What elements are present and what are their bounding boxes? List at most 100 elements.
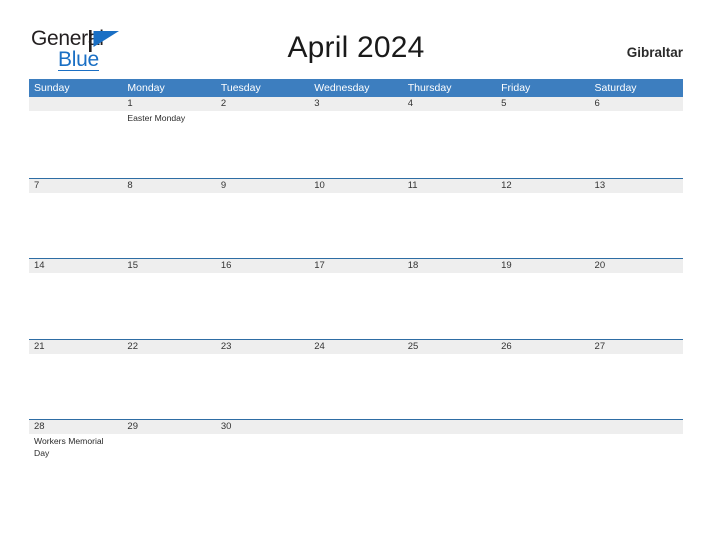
- day-cell-17[interactable]: [309, 273, 402, 337]
- day-number-18[interactable]: 18: [403, 259, 496, 273]
- day-cell-23[interactable]: [216, 354, 309, 418]
- day-number-14[interactable]: 14: [29, 259, 122, 273]
- day-cell-25[interactable]: [403, 354, 496, 418]
- day-number-21[interactable]: 21: [29, 340, 122, 354]
- calendar-week-row: 7 8 9 10 11 12 13: [29, 177, 683, 259]
- calendar-weeks: 1 2 3 4 5 6 Easter Monday 7 8 9 10 11 12 13 14 15 16 17 18…: [29, 97, 683, 500]
- day-number-26[interactable]: 26: [496, 340, 589, 354]
- day-number-12[interactable]: 12: [496, 179, 589, 193]
- day-event: Easter Monday: [127, 113, 186, 123]
- day-number-9[interactable]: 9: [216, 179, 309, 193]
- day-cell-26[interactable]: [496, 354, 589, 418]
- week-date-band: 123456: [29, 97, 683, 111]
- day-cell-6[interactable]: [590, 111, 683, 175]
- day-number-25[interactable]: 25: [403, 340, 496, 354]
- day-number-10[interactable]: 10: [309, 179, 402, 193]
- week-event-band: Workers Memorial Day: [29, 434, 683, 498]
- calendar-page: General Blue April 2024 Gibraltar Sunday…: [0, 0, 712, 550]
- weekday-header-sunday: Sunday: [34, 82, 70, 94]
- day-cell-15[interactable]: [122, 273, 215, 337]
- day-cell-19[interactable]: [496, 273, 589, 337]
- day-cell-24[interactable]: [309, 354, 402, 418]
- day-number-20[interactable]: 20: [590, 259, 683, 273]
- day-number-27[interactable]: 27: [590, 340, 683, 354]
- day-cell-18[interactable]: [403, 273, 496, 337]
- weekday-header-thursday: Thursday: [407, 82, 452, 94]
- day-cell-empty: [29, 111, 122, 175]
- day-cell-empty: [496, 434, 589, 498]
- day-cell-20[interactable]: [590, 273, 683, 337]
- day-number-29[interactable]: 29: [122, 420, 215, 434]
- day-cell-3[interactable]: [309, 111, 402, 175]
- day-cell-12[interactable]: [496, 193, 589, 257]
- weekday-header-row: Sunday Monday Tuesday Wednesday Thursday Frid…: [29, 79, 683, 97]
- day-number-6[interactable]: 6: [590, 97, 683, 111]
- day-cell-22[interactable]: [122, 354, 215, 418]
- day-number-5[interactable]: 5: [496, 97, 589, 111]
- day-number-15[interactable]: 15: [122, 259, 215, 273]
- day-cell-7[interactable]: [29, 193, 122, 257]
- calendar-week-row: 14 15 16 17 18 19 20: [29, 258, 683, 339]
- day-cell-empty: [309, 434, 402, 498]
- day-cell-empty: [590, 434, 683, 498]
- week-event-band: [29, 273, 683, 337]
- day-number-30[interactable]: 30: [216, 420, 309, 434]
- day-number-empty: [403, 420, 496, 434]
- day-cell-4[interactable]: [403, 111, 496, 175]
- calendar-week-row: 28 29 30 Workers Memorial Day: [29, 419, 683, 500]
- day-number-19[interactable]: 19: [496, 259, 589, 273]
- day-number-empty: [496, 420, 589, 434]
- day-cell-11[interactable]: [403, 193, 496, 257]
- page-title: April 2024: [287, 31, 425, 64]
- week-event-band: [29, 353, 683, 418]
- week-event-band: [29, 192, 683, 257]
- day-number-23[interactable]: 23: [216, 340, 309, 354]
- day-cell-10[interactable]: [309, 193, 402, 257]
- day-number-1[interactable]: 1: [122, 97, 215, 111]
- day-number-17[interactable]: 17: [309, 259, 402, 273]
- day-cell-1[interactable]: Easter Monday: [122, 111, 215, 175]
- day-cell-2[interactable]: [216, 111, 309, 175]
- week-date-band: 21 22 23 24 25 26 27: [29, 339, 683, 354]
- day-number-empty: [309, 420, 402, 434]
- page-header: General Blue April 2024 Gibraltar: [0, 0, 712, 78]
- day-number-24[interactable]: 24: [309, 340, 402, 354]
- day-cell-30[interactable]: [216, 434, 309, 498]
- day-number-28[interactable]: 28: [29, 420, 122, 434]
- day-number-22[interactable]: 22: [122, 340, 215, 354]
- day-number-8[interactable]: 8: [122, 179, 215, 193]
- weekday-header-monday: Monday: [127, 82, 165, 94]
- day-cell-16[interactable]: [216, 273, 309, 337]
- region-label: Gibraltar: [626, 45, 683, 60]
- day-number-13[interactable]: 13: [590, 179, 683, 193]
- day-number-11[interactable]: 11: [403, 179, 496, 193]
- day-cell-empty: [403, 434, 496, 498]
- calendar-week-row: 21 22 23 24 25 26 27: [29, 338, 683, 420]
- day-number-16[interactable]: 16: [216, 259, 309, 273]
- day-cell-13[interactable]: [590, 193, 683, 257]
- day-event: Workers Memorial Day: [34, 436, 104, 458]
- week-date-band: 28 29 30: [29, 420, 683, 434]
- day-cell-14[interactable]: [29, 273, 122, 337]
- weekday-header-friday: Friday: [501, 82, 531, 94]
- day-cell-27[interactable]: [590, 354, 683, 418]
- weekday-header-tuesday: Tuesday: [220, 82, 261, 94]
- day-cell-29[interactable]: [122, 434, 215, 498]
- day-cell-28[interactable]: Workers Memorial Day: [29, 434, 122, 498]
- day-cell-5[interactable]: [496, 111, 589, 175]
- weekday-header-saturday: Saturday: [594, 82, 637, 94]
- day-number-empty: [590, 420, 683, 434]
- day-cell-9[interactable]: [216, 193, 309, 257]
- day-cell-8[interactable]: [122, 193, 215, 257]
- calendar-week-row: 1 2 3 4 5 6 Easter Monday: [29, 97, 683, 178]
- day-cell-21[interactable]: [29, 354, 122, 418]
- calendar-grid: Sunday Monday Tuesday Wednesday Thursday Frid…: [29, 79, 683, 500]
- day-number-2[interactable]: 2: [216, 97, 309, 111]
- week-date-band: 14 15 16 17 18 19 20: [29, 259, 683, 273]
- week-event-band: Easter Monday: [29, 111, 683, 175]
- day-number-4[interactable]: 4: [403, 97, 496, 111]
- weekday-header-wednesday: Wednesday: [314, 82, 370, 94]
- day-number-7[interactable]: 7: [29, 179, 122, 193]
- day-number-3[interactable]: 3: [309, 97, 402, 111]
- day-number-empty: [29, 97, 122, 111]
